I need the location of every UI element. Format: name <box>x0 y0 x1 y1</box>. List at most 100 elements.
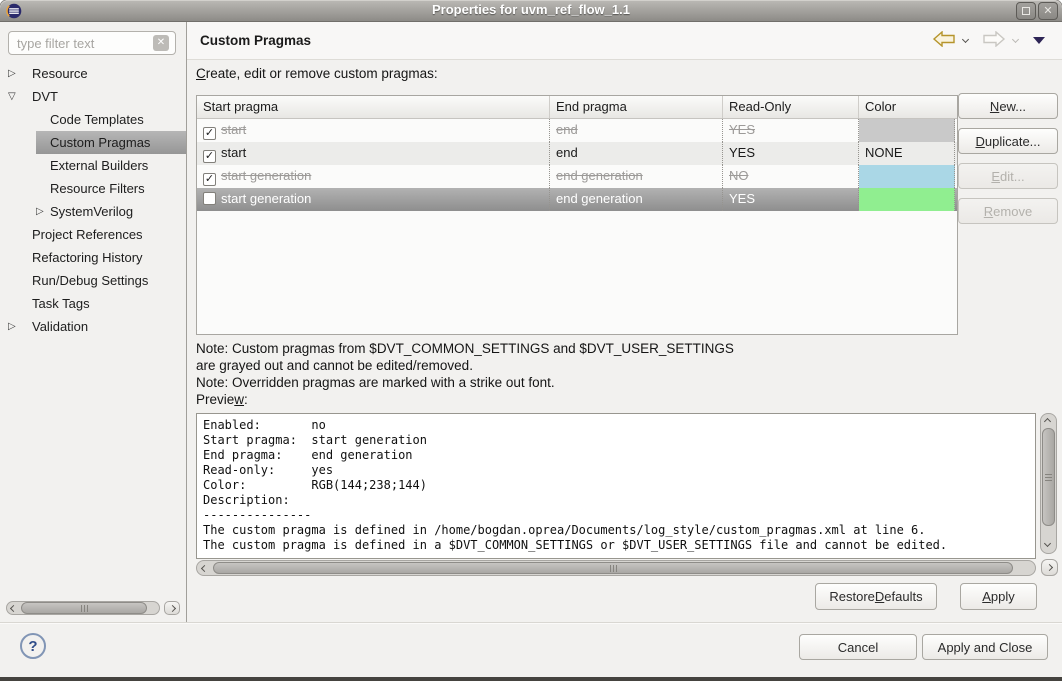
preview-vscrollbar[interactable] <box>1040 413 1057 554</box>
properties-dialog: Properties for uvm_ref_flow_1.1 ✕ ✕ ▷Res… <box>0 0 1062 681</box>
sidebar-item-project-references[interactable]: Project References <box>0 223 186 246</box>
sidebar-item-label: Validation <box>32 319 88 334</box>
window-bottom-border <box>0 677 1062 681</box>
column-header-end-pragma[interactable]: End pragma <box>550 96 723 118</box>
column-header-start-pragma[interactable]: Start pragma <box>197 96 550 118</box>
preview-text[interactable]: Enabled: no Start pragma: start generati… <box>196 413 1036 559</box>
checkbox-checked-icon[interactable]: ✓ <box>203 127 216 140</box>
tree-collapsed-icon[interactable]: ▷ <box>8 315 16 338</box>
scroll-grip <box>84 605 85 612</box>
pragma-table[interactable]: Start pragma End pragma Read-Only Color … <box>196 95 958 335</box>
preview-scroll-right-button[interactable] <box>1041 559 1058 576</box>
read-only-cell-text: YES <box>729 145 755 160</box>
sidebar-hscroll-thumb[interactable] <box>21 602 147 614</box>
apply-button[interactable]: Apply <box>960 583 1037 610</box>
footer-divider <box>0 622 1062 623</box>
sidebar-item-resource-filters[interactable]: Resource Filters <box>0 177 186 200</box>
sidebar-item-label: Task Tags <box>32 296 90 311</box>
back-history-chevron-icon[interactable] <box>962 36 969 43</box>
sidebar-item-label: Run/Debug Settings <box>32 273 148 288</box>
sidebar-item-custom-pragmas[interactable]: Custom Pragmas <box>0 131 186 154</box>
preview-hscroll-thumb[interactable] <box>213 562 1013 574</box>
sidebar-item-validation[interactable]: ▷ Validation <box>0 315 186 338</box>
forward-arrow-icon[interactable] <box>982 31 1006 47</box>
table-row[interactable]: ✓start generationend generation NO <box>197 165 957 188</box>
apply-and-close-button[interactable]: Apply and Close <box>922 634 1048 660</box>
scroll-right-icon <box>1046 564 1053 571</box>
color-cell <box>859 188 955 211</box>
close-button[interactable]: ✕ <box>1038 2 1058 20</box>
scroll-left-icon[interactable] <box>10 605 17 612</box>
color-cell <box>859 165 955 188</box>
close-icon: ✕ <box>1043 6 1052 17</box>
sidebar-item-run-debug-settings[interactable]: Run/Debug Settings <box>0 269 186 292</box>
sidebar-item-label: External Builders <box>50 158 148 173</box>
sidebar-item-label: SystemVerilog <box>50 204 133 219</box>
maximize-icon <box>1022 7 1030 15</box>
column-header-read-only[interactable]: Read-Only <box>723 96 859 118</box>
window-title: Properties for uvm_ref_flow_1.1 <box>0 2 1062 17</box>
read-only-cell-text: NO <box>729 168 749 183</box>
scroll-up-icon[interactable] <box>1044 418 1051 425</box>
sidebar-item-code-templates[interactable]: Code Templates <box>0 108 186 131</box>
sidebar-tree: ▷Resource▽ DVT Code Templates Custom Pragma… <box>0 62 186 338</box>
duplicate-button[interactable]: Duplicate... <box>958 128 1058 154</box>
clear-filter-icon[interactable]: ✕ <box>153 35 169 51</box>
end-pragma-cell: end generation <box>550 165 723 188</box>
tree-expanded-icon[interactable]: ▽ <box>8 85 16 108</box>
sidebar-item-dvt[interactable]: ▽ DVT <box>0 85 186 108</box>
read-only-cell: YES <box>723 188 859 211</box>
preview-vscroll-thumb[interactable] <box>1042 428 1055 526</box>
table-row[interactable]: ✓start end YES NONE <box>197 142 957 165</box>
sidebar-item-refactoring-history[interactable]: Refactoring History <box>0 246 186 269</box>
forward-history-chevron-icon[interactable] <box>1012 36 1019 43</box>
cancel-button[interactable]: Cancel <box>799 634 917 660</box>
sidebar-item-label: Code Templates <box>50 112 144 127</box>
pragma-table-body: ✓startendYES✓startendYESNONE✓start gener… <box>197 119 957 211</box>
back-arrow-icon[interactable] <box>932 31 956 47</box>
read-only-cell: YES <box>723 119 859 142</box>
sidebar-item-label: Refactoring History <box>32 250 143 265</box>
scroll-left-icon[interactable] <box>201 565 208 572</box>
end-pragma-cell: end <box>550 119 723 142</box>
checkbox-checked-icon[interactable]: ✓ <box>203 150 216 163</box>
sidebar-item-systemverilog[interactable]: ▷ SystemVerilog <box>0 200 186 223</box>
read-only-cell: YES <box>723 142 859 165</box>
color-cell-text: NONE <box>859 142 903 160</box>
restore-defaults-button[interactable]: Restore Defaults <box>815 583 937 610</box>
view-menu-icon[interactable] <box>1033 37 1045 44</box>
tree-collapsed-icon[interactable]: ▷ <box>36 200 44 223</box>
sidebar-hscrollbar[interactable] <box>6 601 160 615</box>
remove-button[interactable]: Remove <box>958 198 1058 224</box>
column-header-color[interactable]: Color <box>859 96 955 118</box>
scroll-grip <box>1045 477 1052 478</box>
note-line: Note: Overridden pragmas are marked with… <box>196 374 734 391</box>
maximize-button[interactable] <box>1016 2 1036 20</box>
new-button[interactable]: New... <box>958 93 1058 119</box>
help-button[interactable]: ? <box>20 633 46 659</box>
sidebar-item-resource[interactable]: ▷Resource <box>0 62 186 85</box>
sidebar-item-label: DVT <box>32 89 58 104</box>
sidebar-item-label: Resource Filters <box>50 181 145 196</box>
start-pragma-cell: ✓start generation <box>197 165 550 188</box>
table-row[interactable]: ✓startendYES <box>197 119 957 142</box>
end-pragma-cell: end <box>550 142 723 165</box>
scroll-right-icon <box>168 604 175 611</box>
page-title: Custom Pragmas <box>200 33 311 48</box>
titlebar[interactable]: Properties for uvm_ref_flow_1.1 ✕ <box>0 0 1062 22</box>
preview-hscrollbar[interactable] <box>196 560 1036 576</box>
scroll-down-icon[interactable] <box>1044 540 1051 547</box>
sidebar-item-task-tags[interactable]: Task Tags <box>0 292 186 315</box>
end-pragma-cell: end generation <box>550 188 723 211</box>
sidebar-scroll-right-button[interactable] <box>164 601 180 615</box>
start-pragma-cell: ✓start <box>197 142 550 165</box>
edit-button[interactable]: Edit... <box>958 163 1058 189</box>
checkbox-unchecked-icon[interactable] <box>203 192 216 205</box>
table-row[interactable]: start generationend generationYES <box>197 188 957 211</box>
checkbox-checked-icon[interactable]: ✓ <box>203 173 216 186</box>
end-pragma-cell-text: end <box>556 145 578 160</box>
tree-collapsed-icon[interactable]: ▷ <box>8 62 16 85</box>
sidebar-item-external-builders[interactable]: External Builders <box>0 154 186 177</box>
read-only-cell-text: YES <box>729 191 755 206</box>
filter-input[interactable] <box>8 31 176 55</box>
